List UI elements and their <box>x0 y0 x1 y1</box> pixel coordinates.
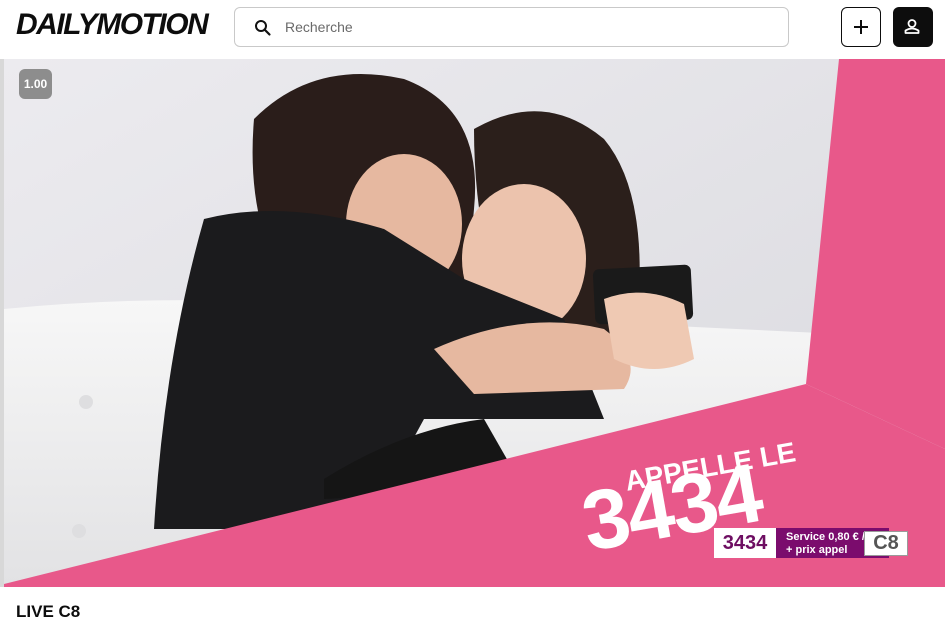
user-icon <box>904 19 920 34</box>
upload-button[interactable] <box>841 7 881 47</box>
top-header: DAILYMOTION <box>0 0 945 58</box>
video-title: LIVE C8 <box>16 602 81 621</box>
video-frame <box>4 59 945 587</box>
dailymotion-logo[interactable]: DAILYMOTION <box>16 8 209 42</box>
search-input[interactable] <box>285 16 765 38</box>
plus-icon <box>854 20 868 34</box>
search-icon <box>255 20 271 36</box>
account-button[interactable] <box>893 7 933 47</box>
video-player[interactable]: 1.00 APPELLE LE 3434 3434 Service 0,80 €… <box>4 59 945 587</box>
search-bar[interactable] <box>234 7 789 47</box>
badge-number: 3434 <box>714 528 776 558</box>
c8-channel-logo: C8 <box>864 531 908 556</box>
playback-rate-badge[interactable]: 1.00 <box>19 69 52 99</box>
